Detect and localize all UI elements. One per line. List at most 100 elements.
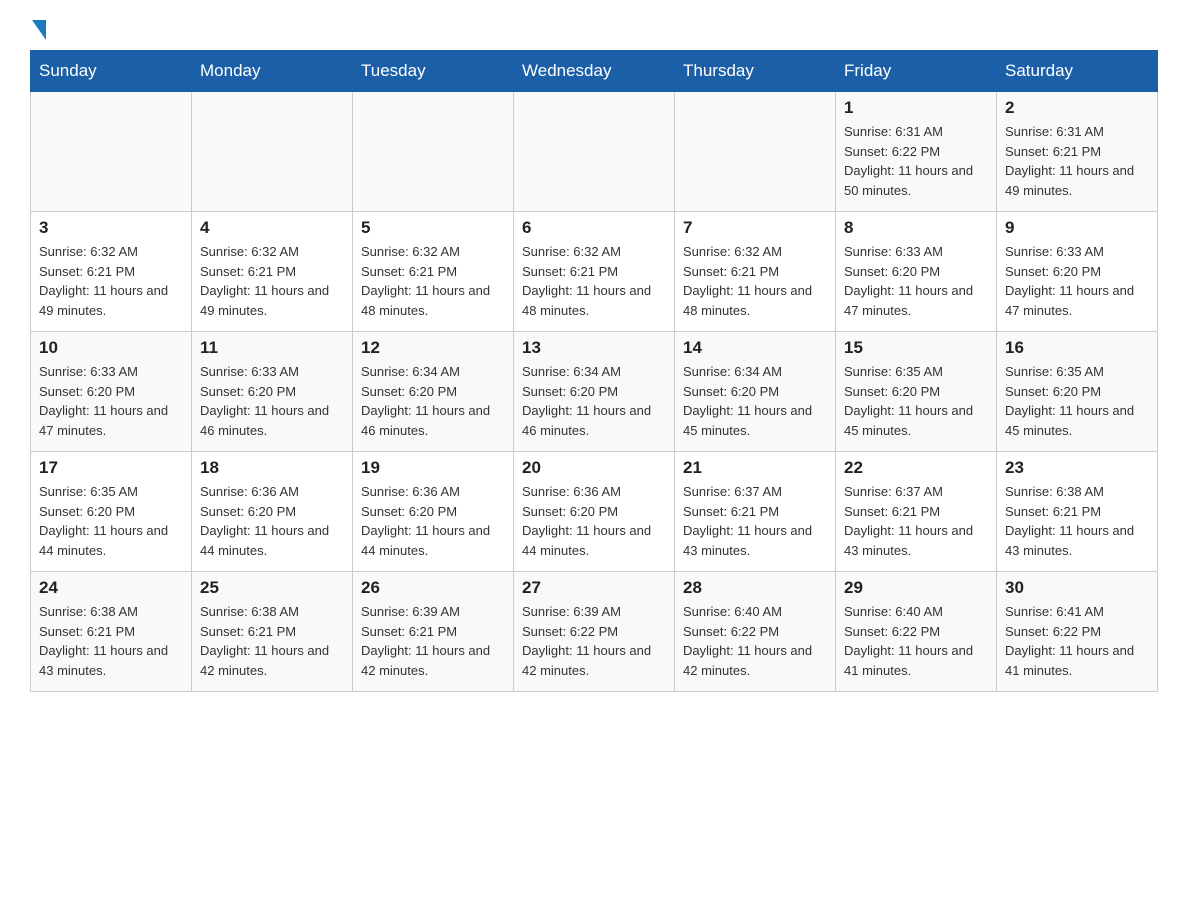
logo [30, 20, 46, 40]
day-number: 8 [844, 218, 988, 238]
calendar-cell: 14 Sunrise: 6:34 AM Sunset: 6:20 PM Dayli… [675, 332, 836, 452]
day-info: Sunrise: 6:32 AM Sunset: 6:21 PM Dayligh… [361, 242, 505, 320]
day-info: Sunrise: 6:39 AM Sunset: 6:21 PM Dayligh… [361, 602, 505, 680]
calendar-cell: 28Sunrise: 6:40 AM Sunset: 6:22 PM Dayli… [675, 572, 836, 692]
day-info: Sunrise: 6:38 AM Sunset: 6:21 PM Dayligh… [39, 602, 183, 680]
week-row-5: 24 Sunrise: 6:38 AM Sunset: 6:21 PM Dayli… [31, 572, 1158, 692]
day-info: Sunrise: 6:33 AM Sunset: 6:20 PM Dayligh… [1005, 242, 1149, 320]
calendar-cell [31, 92, 192, 212]
calendar-cell: 13Sunrise: 6:34 AM Sunset: 6:20 PM Dayli… [514, 332, 675, 452]
calendar-cell: 3 Sunrise: 6:32 AM Sunset: 6:21 PM Daylig… [31, 212, 192, 332]
day-number: 7 [683, 218, 827, 238]
calendar-cell: 24 Sunrise: 6:38 AM Sunset: 6:21 PM Dayli… [31, 572, 192, 692]
weekday-header-tuesday: Tuesday [353, 51, 514, 92]
calendar-cell [192, 92, 353, 212]
day-info: Sunrise: 6:40 AM Sunset: 6:22 PM Dayligh… [683, 602, 827, 680]
calendar-cell: 10 Sunrise: 6:33 AM Sunset: 6:20 PM Dayli… [31, 332, 192, 452]
day-number: 24 [39, 578, 183, 598]
day-info: Sunrise: 6:36 AM Sunset: 6:20 PM Dayligh… [200, 482, 344, 560]
day-info: Sunrise: 6:33 AM Sunset: 6:20 PM Dayligh… [39, 362, 183, 440]
day-number: 16 [1005, 338, 1149, 358]
day-number: 15 [844, 338, 988, 358]
day-number: 29 [844, 578, 988, 598]
week-row-2: 3 Sunrise: 6:32 AM Sunset: 6:21 PM Daylig… [31, 212, 1158, 332]
weekday-header-thursday: Thursday [675, 51, 836, 92]
day-number: 20 [522, 458, 666, 478]
day-info: Sunrise: 6:37 AM Sunset: 6:21 PM Dayligh… [844, 482, 988, 560]
calendar-cell: 25Sunrise: 6:38 AM Sunset: 6:21 PM Dayli… [192, 572, 353, 692]
calendar-cell: 17 Sunrise: 6:35 AM Sunset: 6:20 PM Dayli… [31, 452, 192, 572]
calendar-cell: 6Sunrise: 6:32 AM Sunset: 6:21 PM Daylig… [514, 212, 675, 332]
day-info: Sunrise: 6:33 AM Sunset: 6:20 PM Dayligh… [200, 362, 344, 440]
calendar-cell: 1Sunrise: 6:31 AM Sunset: 6:22 PM Daylig… [836, 92, 997, 212]
week-row-4: 17 Sunrise: 6:35 AM Sunset: 6:20 PM Dayli… [31, 452, 1158, 572]
weekday-header-wednesday: Wednesday [514, 51, 675, 92]
day-number: 17 [39, 458, 183, 478]
day-info: Sunrise: 6:41 AM Sunset: 6:22 PM Dayligh… [1005, 602, 1149, 680]
page-header [30, 20, 1158, 40]
day-number: 12 [361, 338, 505, 358]
calendar-cell: 30 Sunrise: 6:41 AM Sunset: 6:22 PM Dayli… [997, 572, 1158, 692]
day-number: 14 [683, 338, 827, 358]
calendar-cell: 11 Sunrise: 6:33 AM Sunset: 6:20 PM Dayli… [192, 332, 353, 452]
day-number: 10 [39, 338, 183, 358]
weekday-header-saturday: Saturday [997, 51, 1158, 92]
day-number: 21 [683, 458, 827, 478]
calendar-cell: 2 Sunrise: 6:31 AM Sunset: 6:21 PM Daylig… [997, 92, 1158, 212]
calendar-table: SundayMondayTuesdayWednesdayThursdayFrid… [30, 50, 1158, 692]
weekday-header-row: SundayMondayTuesdayWednesdayThursdayFrid… [31, 51, 1158, 92]
day-info: Sunrise: 6:32 AM Sunset: 6:21 PM Dayligh… [683, 242, 827, 320]
day-info: Sunrise: 6:36 AM Sunset: 6:20 PM Dayligh… [522, 482, 666, 560]
day-info: Sunrise: 6:35 AM Sunset: 6:20 PM Dayligh… [39, 482, 183, 560]
week-row-1: 1Sunrise: 6:31 AM Sunset: 6:22 PM Daylig… [31, 92, 1158, 212]
day-info: Sunrise: 6:34 AM Sunset: 6:20 PM Dayligh… [361, 362, 505, 440]
day-number: 5 [361, 218, 505, 238]
day-number: 19 [361, 458, 505, 478]
day-number: 9 [1005, 218, 1149, 238]
day-info: Sunrise: 6:34 AM Sunset: 6:20 PM Dayligh… [522, 362, 666, 440]
day-info: Sunrise: 6:32 AM Sunset: 6:21 PM Dayligh… [39, 242, 183, 320]
day-info: Sunrise: 6:33 AM Sunset: 6:20 PM Dayligh… [844, 242, 988, 320]
day-info: Sunrise: 6:35 AM Sunset: 6:20 PM Dayligh… [1005, 362, 1149, 440]
day-number: 18 [200, 458, 344, 478]
day-info: Sunrise: 6:36 AM Sunset: 6:20 PM Dayligh… [361, 482, 505, 560]
day-info: Sunrise: 6:31 AM Sunset: 6:21 PM Dayligh… [1005, 122, 1149, 200]
day-number: 27 [522, 578, 666, 598]
week-row-3: 10 Sunrise: 6:33 AM Sunset: 6:20 PM Dayli… [31, 332, 1158, 452]
calendar-cell: 27 Sunrise: 6:39 AM Sunset: 6:22 PM Dayli… [514, 572, 675, 692]
calendar-cell: 29Sunrise: 6:40 AM Sunset: 6:22 PM Dayli… [836, 572, 997, 692]
calendar-cell: 22 Sunrise: 6:37 AM Sunset: 6:21 PM Dayli… [836, 452, 997, 572]
day-info: Sunrise: 6:39 AM Sunset: 6:22 PM Dayligh… [522, 602, 666, 680]
calendar-cell: 8 Sunrise: 6:33 AM Sunset: 6:20 PM Daylig… [836, 212, 997, 332]
calendar-cell: 26Sunrise: 6:39 AM Sunset: 6:21 PM Dayli… [353, 572, 514, 692]
day-info: Sunrise: 6:37 AM Sunset: 6:21 PM Dayligh… [683, 482, 827, 560]
day-number: 23 [1005, 458, 1149, 478]
logo-arrow-icon [32, 20, 46, 40]
day-info: Sunrise: 6:31 AM Sunset: 6:22 PM Dayligh… [844, 122, 988, 200]
day-number: 30 [1005, 578, 1149, 598]
calendar-cell: 23Sunrise: 6:38 AM Sunset: 6:21 PM Dayli… [997, 452, 1158, 572]
calendar-cell: 9 Sunrise: 6:33 AM Sunset: 6:20 PM Daylig… [997, 212, 1158, 332]
day-info: Sunrise: 6:35 AM Sunset: 6:20 PM Dayligh… [844, 362, 988, 440]
day-info: Sunrise: 6:32 AM Sunset: 6:21 PM Dayligh… [200, 242, 344, 320]
day-info: Sunrise: 6:34 AM Sunset: 6:20 PM Dayligh… [683, 362, 827, 440]
calendar-cell [675, 92, 836, 212]
day-number: 2 [1005, 98, 1149, 118]
calendar-cell [514, 92, 675, 212]
weekday-header-sunday: Sunday [31, 51, 192, 92]
day-number: 3 [39, 218, 183, 238]
weekday-header-friday: Friday [836, 51, 997, 92]
calendar-cell: 21 Sunrise: 6:37 AM Sunset: 6:21 PM Dayli… [675, 452, 836, 572]
calendar-cell: 15 Sunrise: 6:35 AM Sunset: 6:20 PM Dayli… [836, 332, 997, 452]
day-number: 22 [844, 458, 988, 478]
calendar-cell: 20 Sunrise: 6:36 AM Sunset: 6:20 PM Dayli… [514, 452, 675, 572]
day-number: 4 [200, 218, 344, 238]
calendar-cell: 7 Sunrise: 6:32 AM Sunset: 6:21 PM Daylig… [675, 212, 836, 332]
day-number: 11 [200, 338, 344, 358]
calendar-cell: 16 Sunrise: 6:35 AM Sunset: 6:20 PM Dayli… [997, 332, 1158, 452]
calendar-cell: 19 Sunrise: 6:36 AM Sunset: 6:20 PM Dayli… [353, 452, 514, 572]
day-number: 25 [200, 578, 344, 598]
calendar-cell [353, 92, 514, 212]
calendar-cell: 18 Sunrise: 6:36 AM Sunset: 6:20 PM Dayli… [192, 452, 353, 572]
calendar-cell: 5 Sunrise: 6:32 AM Sunset: 6:21 PM Daylig… [353, 212, 514, 332]
